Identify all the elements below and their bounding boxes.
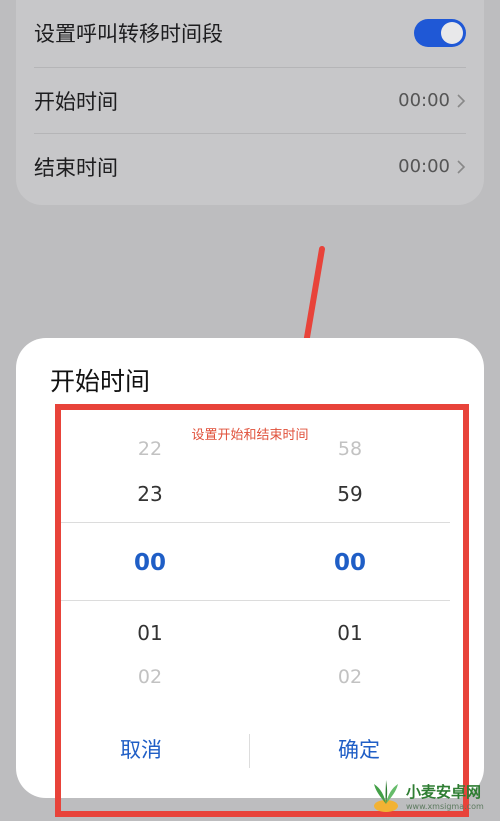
watermark-main: 小麦安卓网 bbox=[406, 783, 482, 801]
end-time-value-wrap: 00:00 bbox=[398, 156, 466, 177]
forward-period-toggle[interactable] bbox=[414, 19, 466, 47]
end-time-row[interactable]: 结束时间 00:00 bbox=[34, 133, 466, 199]
watermark: 小麦安卓网 www.xmsigma.com bbox=[370, 778, 484, 814]
watermark-sub: www.xmsigma.com bbox=[406, 802, 484, 811]
dialog-title: 开始时间 bbox=[50, 367, 151, 396]
start-time-value: 00:00 bbox=[398, 90, 450, 111]
forward-period-row[interactable]: 设置呼叫转移时间段 bbox=[34, 0, 466, 66]
start-time-row[interactable]: 开始时间 00:00 bbox=[34, 67, 466, 133]
watermark-logo-icon bbox=[374, 780, 398, 812]
chevron-right-icon bbox=[457, 159, 466, 174]
annotation-highlight-box bbox=[55, 404, 469, 817]
chevron-right-icon bbox=[457, 93, 466, 108]
end-time-value: 00:00 bbox=[398, 156, 450, 177]
start-time-value-wrap: 00:00 bbox=[398, 90, 466, 111]
end-time-label: 结束时间 bbox=[34, 155, 118, 180]
toggle-knob bbox=[441, 22, 463, 44]
watermark-text: 小麦安卓网 www.xmsigma.com bbox=[406, 781, 484, 811]
start-time-label: 开始时间 bbox=[34, 89, 118, 114]
forward-period-label: 设置呼叫转移时间段 bbox=[34, 22, 223, 46]
call-forward-settings-card: 设置呼叫转移时间段 开始时间 00:00 结束时间 00:00 bbox=[16, 0, 484, 205]
